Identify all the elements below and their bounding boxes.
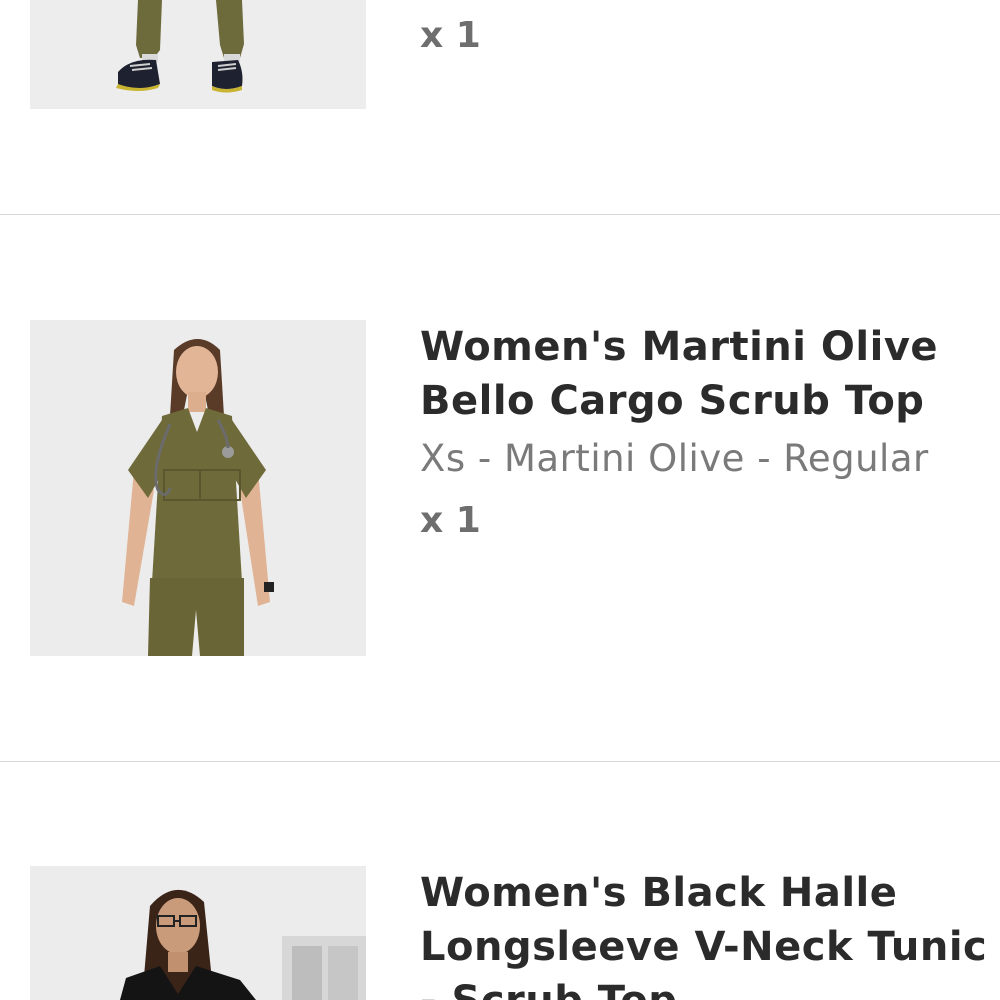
product-title-line-1[interactable]: Women's Martini Olive — [420, 320, 1000, 374]
product-title-line-1[interactable]: Women's Black Halle — [420, 866, 1000, 920]
product-title-line-2[interactable]: Bello Cargo Scrub Top — [420, 374, 1000, 428]
item-divider — [0, 214, 1000, 215]
product-variant: Xs - Martini Olive - Regular — [420, 437, 929, 480]
item-divider — [0, 761, 1000, 762]
product-title-line-2[interactable]: Longsleeve V-Neck Tunic — [420, 920, 1000, 974]
item-quantity: x 1 — [420, 500, 481, 541]
product-image-olive-joggers[interactable] — [30, 0, 366, 109]
product-image-martini-olive-top[interactable] — [30, 320, 366, 656]
item-quantity: x 1 — [420, 15, 481, 56]
cart-item-1-details: x 1 — [420, 5, 1000, 67]
scrub-top-illustration — [30, 320, 366, 656]
product-image-black-halle-tunic[interactable] — [30, 866, 366, 1000]
joggers-illustration — [30, 0, 366, 109]
black-tunic-illustration — [30, 866, 366, 1000]
product-title-line-3[interactable]: - Scrub Top — [420, 974, 1000, 1000]
cart-items-list: x 1 Women's Martini Olive Bello Cargo Sc… — [0, 0, 1000, 1000]
cart-item-2-details: Women's Martini Olive Bello Cargo Scrub … — [420, 320, 1000, 552]
cart-item-3-details: Women's Black Halle Longsleeve V-Neck Tu… — [420, 866, 1000, 1000]
